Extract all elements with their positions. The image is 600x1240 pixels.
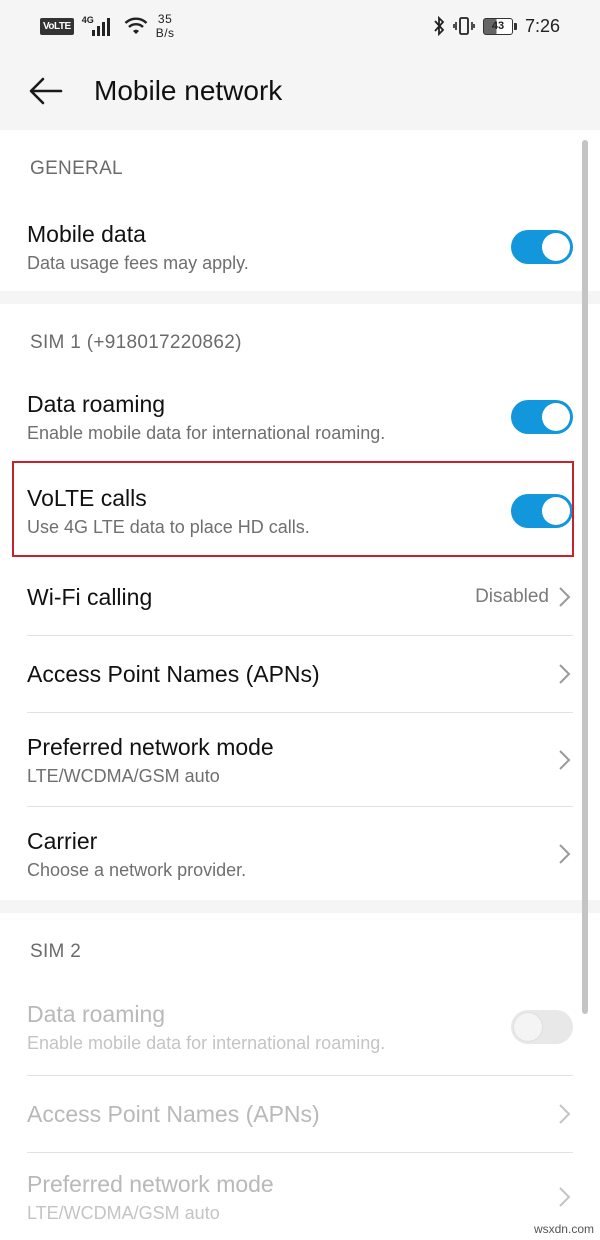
carrier-row[interactable]: Carrier Choose a network provider. — [27, 807, 573, 900]
status-left: VoLTE 4G 35 B/s — [40, 12, 175, 40]
sim2-apns-title: Access Point Names (APNs) — [27, 1101, 320, 1127]
clock: 7:26 — [524, 15, 560, 36]
volte-calls-subtitle: Use 4G LTE data to place HD calls. — [27, 517, 310, 537]
watermark: wsxdn.com — [533, 1222, 594, 1236]
vibrate-icon — [453, 17, 475, 35]
app-bar: Mobile network — [0, 52, 600, 130]
sim1-data-roaming-title: Data roaming — [27, 391, 166, 417]
volte-calls-row[interactable]: VoLTE calls Use 4G LTE data to place HD … — [27, 464, 573, 558]
chevron-right-icon — [559, 749, 571, 770]
sim1-preferred-mode-subtitle: LTE/WCDMA/GSM auto — [27, 765, 220, 786]
sim1-apns-title: Access Point Names (APNs) — [27, 661, 320, 687]
carrier-subtitle: Choose a network provider. — [27, 859, 247, 880]
wifi-calling-value: Disabled — [475, 585, 549, 607]
sim1-header: SIM 1 (+918017220862) — [30, 332, 242, 353]
sim2-data-roaming-subtitle: Enable mobile data for international roa… — [27, 1033, 386, 1053]
sim1-preferred-mode-row[interactable]: Preferred network mode LTE/WCDMA/GSM aut… — [27, 713, 573, 807]
status-right: 43 7:26 — [433, 16, 560, 37]
sim2-header: SIM 2 — [30, 941, 82, 962]
sim2-data-roaming-row[interactable]: Data roaming Enable mobile data for inte… — [27, 979, 573, 1076]
volte-calls-toggle[interactable] — [511, 494, 573, 528]
carrier-title: Carrier — [27, 827, 98, 854]
wifi-calling-title: Wi-Fi calling — [27, 583, 153, 610]
wifi-calling-row[interactable]: Wi-Fi calling Disabled — [27, 558, 573, 636]
scrollbar[interactable] — [582, 140, 588, 1014]
volte-badge: VoLTE — [40, 17, 74, 35]
sim2-apns-row[interactable]: Access Point Names (APNs) — [27, 1076, 573, 1153]
arrow-left-icon — [29, 77, 63, 105]
sim2-section: SIM 2 Data roaming Enable mobile data fo… — [0, 913, 600, 1240]
sim2-data-roaming-toggle[interactable] — [511, 1010, 573, 1044]
battery-icon: 43 — [482, 17, 517, 35]
sim1-section: SIM 1 (+918017220862) Data roaming Enabl… — [0, 304, 600, 900]
wifi-icon — [124, 17, 148, 34]
speed-unit: B/s — [155, 26, 175, 40]
sim2-preferred-mode-title: Preferred network mode — [27, 1170, 274, 1197]
signal-icon: 4G — [82, 15, 116, 36]
chevron-right-icon — [559, 586, 571, 607]
mobile-data-row[interactable]: Mobile data Data usage fees may apply. — [27, 202, 573, 291]
sim2-preferred-mode-row[interactable]: Preferred network mode LTE/WCDMA/GSM aut… — [27, 1153, 573, 1240]
page-title: Mobile network — [94, 75, 283, 106]
sim2-preferred-mode-subtitle: LTE/WCDMA/GSM auto — [27, 1202, 220, 1223]
mobile-data-toggle[interactable] — [511, 229, 573, 264]
chevron-right-icon — [559, 1104, 571, 1124]
back-button[interactable] — [16, 61, 76, 121]
sim1-data-roaming-toggle[interactable] — [511, 400, 573, 434]
status-bar: VoLTE 4G 35 B/s 43 7:26 — [0, 0, 600, 52]
chevron-right-icon — [559, 843, 571, 864]
general-section: GENERAL Mobile data Data usage fees may … — [0, 130, 600, 291]
chevron-right-icon — [559, 1186, 571, 1207]
battery-level: 43 — [491, 20, 505, 32]
sim1-data-roaming-subtitle: Enable mobile data for international roa… — [27, 423, 386, 443]
sim2-data-roaming-title: Data roaming — [27, 1001, 166, 1027]
data-speed: 35 B/s — [156, 12, 175, 40]
chevron-right-icon — [559, 664, 571, 684]
volte-calls-title: VoLTE calls — [27, 485, 147, 511]
sim1-preferred-mode-title: Preferred network mode — [27, 733, 274, 760]
mobile-data-title: Mobile data — [27, 220, 146, 247]
bluetooth-icon — [434, 16, 445, 36]
speed-value: 35 — [157, 12, 173, 26]
sim1-apns-row[interactable]: Access Point Names (APNs) — [27, 636, 573, 713]
sim1-data-roaming-row[interactable]: Data roaming Enable mobile data for inte… — [27, 370, 573, 464]
mobile-data-subtitle: Data usage fees may apply. — [27, 252, 249, 273]
general-header: GENERAL — [30, 158, 123, 179]
